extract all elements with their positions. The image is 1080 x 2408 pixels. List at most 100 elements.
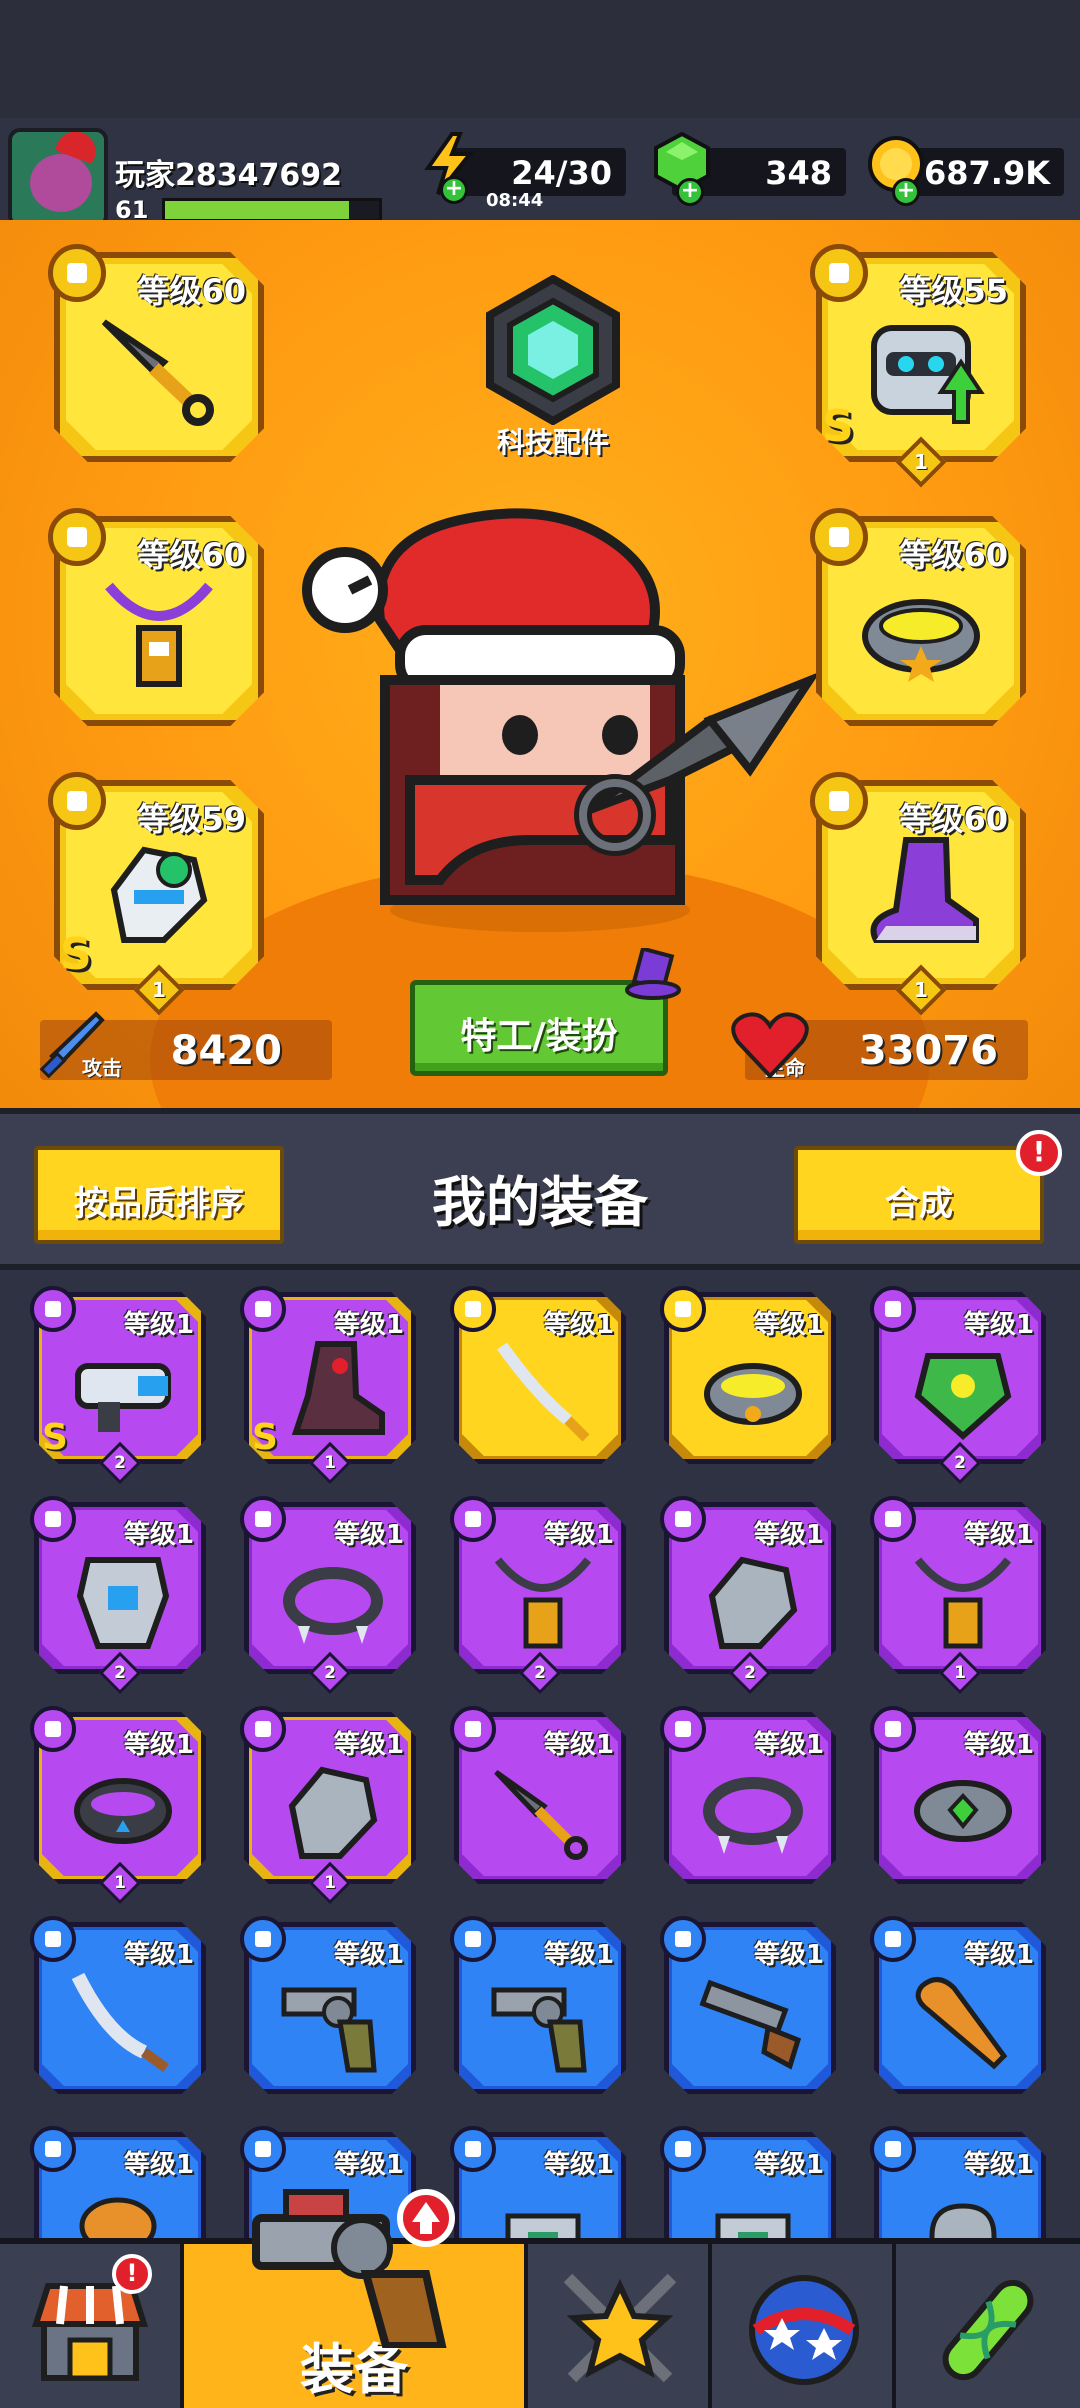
spiked-collar-icon [283,1567,383,1644]
tech-accessory-label: 科技配件 [496,426,609,459]
nav-ball[interactable] [712,2244,896,2408]
equipment-item[interactable]: 等级1 [30,2126,206,2238]
boots-type-icon [240,1286,286,1332]
spiked-collar-icon [703,1777,803,1854]
gems-add-button[interactable]: + [676,178,704,206]
equipment-item[interactable]: 等级1 [450,1916,626,2094]
slot-level: 等级60 [899,800,1008,838]
armor-type-icon [240,2126,286,2172]
sort-by-quality-button[interactable]: 按品质排序 [34,1146,284,1244]
steel-gauntlet-icon [288,1766,378,1859]
coins-add-button[interactable]: + [892,178,920,206]
item-level: 等级1 [963,1310,1034,1340]
nav-dna[interactable] [896,2244,1080,2408]
equipment-item[interactable]: 等级1 1 [30,1706,206,1905]
equipment-item[interactable]: 等级1 [450,1706,626,1884]
equipment-item[interactable]: 等级1 [870,2126,1046,2238]
top-hat-icon [625,948,681,1000]
merge-button[interactable]: 合成 [794,1146,1044,1244]
equipment-item[interactable]: 等级1 1 [870,1496,1046,1695]
equipment-header: 按品质排序 我的装备 合成 ! [0,1108,1080,1270]
equipment-item[interactable]: 等级1 [660,1706,836,1884]
necklace-type-icon [240,1496,286,1542]
item-level: 等级1 [543,1310,614,1340]
equipment-item[interactable]: 等级1 2 [30,1496,206,1695]
lock-necklace-icon [105,582,213,687]
item-star-count: 1 [954,1663,966,1683]
equipment-item[interactable]: 等级1 [240,1916,416,2094]
weapon-type-icon [240,1916,286,1962]
equipment-item[interactable]: 等级1 2 [870,1286,1046,1485]
revolver-icon [281,1987,377,2073]
energy-add-button[interactable]: + [440,176,468,204]
xp-fill [165,201,350,219]
slot-grade: S [60,929,92,980]
equipment-item[interactable]: 等级1 [450,2126,626,2238]
equipment-item[interactable]: 等级1 2 [660,1496,836,1695]
item-level: 等级1 [543,2150,614,2180]
equipment-item[interactable]: 等级1 [660,2126,836,2238]
nav-battle[interactable] [528,2244,712,2408]
equipment-item[interactable]: 等级1 1 [240,1706,416,1905]
steel-armor-icon [76,1557,170,1649]
lock-necklace-icon [494,1557,592,1649]
armor-type-icon [810,244,868,302]
power-glove-icon [110,846,208,943]
slot-weapon[interactable]: 等级60 [48,244,264,462]
merge-alert-badge: ! [1016,1130,1062,1176]
item-level: 等级1 [333,1730,404,1760]
item-level: 等级1 [333,1940,404,1970]
slot-boots[interactable]: 等级60 1 [810,772,1026,1016]
vest-armor-icon [505,2213,581,2238]
belt-type-icon [870,1706,916,1752]
coins-value: 687.9K [923,154,1050,192]
equipment-item[interactable]: 等级1 S 1 [240,1286,416,1485]
equipment-item[interactable]: 等级1 2 [450,1496,626,1695]
lock-necklace-icon [914,1557,1012,1649]
hero-character[interactable] [290,480,830,940]
kunai-icon [101,319,214,426]
bottom-nav: ! 装备 [0,2189,1080,2408]
dark-belt-icon [74,1778,172,1844]
xp-bar [162,198,382,222]
slot-level: 等级60 [137,272,246,310]
equipment-item[interactable]: 等级1 [450,1286,626,1464]
armor-type-icon [870,2126,916,2172]
item-level: 等级1 [963,2150,1034,2180]
item-level: 等级1 [333,1310,404,1340]
weapon-type-icon [450,1916,496,1962]
weapon-type-icon [660,1916,706,1962]
slot-belt[interactable]: 等级60 [810,508,1026,726]
slot-level: 等级60 [899,536,1008,574]
sneaker-boot-icon [870,837,979,943]
item-level: 等级1 [753,1520,824,1550]
equipment-item[interactable]: 等级1 [660,1916,836,2094]
equipment-item[interactable]: 等级1 S 2 [30,1286,206,1485]
nav-shop[interactable]: ! [0,2244,184,2408]
vest-armor-icon [715,2213,791,2238]
armored-boot-icon [291,1341,385,1435]
belt-type-icon [30,1706,76,1752]
weapon-type-icon [48,244,106,302]
item-star-count: 2 [114,1663,126,1683]
slot-armor[interactable]: 等级55 S 1 [810,244,1026,488]
item-level: 等级1 [753,2150,824,2180]
belt-type-icon [660,1286,706,1332]
slot-gloves[interactable]: 等级59 S 1 [48,772,264,1016]
equipment-item[interactable]: 等级1 2 [240,1496,416,1695]
slot-necklace[interactable]: 等级60 [48,508,264,726]
equipment-item[interactable]: 等级1 [660,1286,836,1464]
equipment-item[interactable]: 等级1 [30,1916,206,2094]
item-star-count: 1 [324,1453,336,1473]
armor-type-icon [450,2126,496,2172]
equipment-item[interactable]: 等级1 [870,1916,1046,2094]
item-star-count: 2 [324,1663,336,1683]
item-level: 等级1 [753,1940,824,1970]
armor-type-icon [30,1496,76,1542]
equipment-item[interactable]: 等级1 [870,1706,1046,1884]
item-level: 等级1 [543,1940,614,1970]
slot-level: 等级59 [137,800,246,838]
player-avatar[interactable] [8,128,108,228]
tech-accessory-button[interactable]: 科技配件 [478,275,628,465]
item-level: 等级1 [753,1310,824,1340]
